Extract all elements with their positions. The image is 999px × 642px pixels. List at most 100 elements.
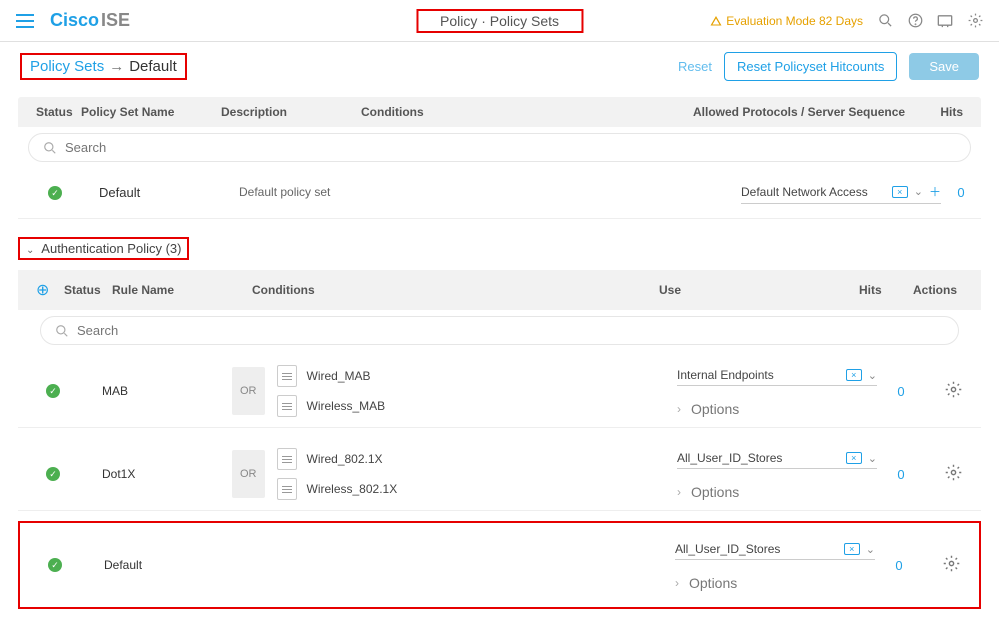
condition-icon — [277, 448, 297, 470]
col-policy-name: Policy Set Name — [81, 105, 221, 119]
options-toggle[interactable]: › Options — [677, 396, 877, 417]
allowed-protocols-value: Default Network Access — [741, 185, 892, 199]
search-input[interactable] — [65, 140, 956, 155]
auth-rule-search[interactable] — [40, 316, 959, 345]
condition-icon — [277, 365, 297, 387]
breadcrumb-current: Default — [129, 58, 177, 75]
condition-item[interactable]: Wireless_MAB — [277, 395, 386, 417]
breadcrumb-parent[interactable]: Policy Sets — [30, 58, 104, 75]
rule-conditions: OR Wired_MAB Wireless_MAB — [232, 365, 677, 417]
identity-source-select[interactable]: Internal Endpoints × ⌄ — [677, 365, 877, 386]
condition-label: Wireless_802.1X — [307, 482, 398, 496]
rule-name: MAB — [102, 384, 232, 398]
allowed-protocols-select[interactable]: Default Network Access × ⌄ ＋ — [741, 180, 941, 204]
policy-set-description: Default policy set — [239, 185, 379, 199]
evaluation-text: Evaluation Mode 82 Days — [726, 14, 863, 28]
rule-use: All_User_ID_Stores × ⌄ › Options — [675, 539, 875, 591]
add-icon[interactable]: ＋ — [929, 183, 941, 200]
clear-icon[interactable]: × — [892, 186, 908, 198]
condition-label: Wireless_MAB — [307, 399, 386, 413]
evaluation-badge: Evaluation Mode 82 Days — [710, 14, 863, 28]
status-enabled-icon — [46, 384, 60, 398]
condition-icon — [277, 395, 297, 417]
authentication-policy-section[interactable]: ⌄ Authentication Policy (3) — [18, 237, 189, 260]
condition-item[interactable]: Wired_MAB — [277, 365, 386, 387]
options-label: Options — [689, 575, 737, 591]
policy-set-name: Default — [99, 185, 239, 200]
rule-actions[interactable] — [925, 381, 981, 401]
chevron-right-icon: › — [677, 485, 681, 499]
identity-source-select[interactable]: All_User_ID_Stores × ⌄ — [677, 448, 877, 469]
chevron-down-icon[interactable]: ⌄ — [914, 185, 923, 198]
rule-actions[interactable] — [925, 464, 981, 484]
rule-use: All_User_ID_Stores × ⌄ › Options — [677, 448, 877, 500]
auth-rule-row: Default All_User_ID_Stores × ⌄ › Options… — [20, 529, 979, 601]
policy-set-columns: Status Policy Set Name Description Condi… — [18, 97, 981, 127]
col-hits: Hits — [923, 105, 963, 119]
header-actions: Evaluation Mode 82 Days — [710, 13, 983, 29]
col-hits: Hits — [859, 283, 907, 297]
search-icon[interactable] — [877, 13, 893, 29]
options-toggle[interactable]: › Options — [677, 479, 877, 500]
col-conditions: Conditions — [361, 105, 693, 119]
auth-rule-default-highlight: Default All_User_ID_Stores × ⌄ › Options… — [18, 521, 981, 609]
app-header: CiscoISE Policy · Policy Sets Evaluation… — [0, 0, 999, 42]
col-use: Use — [659, 283, 859, 297]
chevron-right-icon: › — [677, 402, 681, 416]
reset-hitcounts-button[interactable]: Reset Policyset Hitcounts — [724, 52, 897, 81]
col-status: Status — [36, 105, 81, 119]
col-conditions: Conditions — [252, 283, 659, 297]
subheader: Policy Sets → Default Reset Reset Policy… — [0, 42, 999, 91]
subheader-actions: Reset Reset Policyset Hitcounts Save — [678, 52, 979, 81]
rule-hits: 0 — [875, 558, 923, 573]
chevron-right-icon: › — [675, 576, 679, 590]
brand-text: Cisco — [50, 10, 99, 30]
search-input[interactable] — [77, 323, 944, 338]
reset-link[interactable]: Reset — [678, 59, 712, 74]
brand-logo: CiscoISE — [50, 10, 130, 31]
section-title: Authentication Policy (3) — [41, 241, 181, 256]
col-actions: Actions — [907, 283, 963, 297]
clear-icon[interactable]: × — [844, 543, 860, 555]
condition-item[interactable]: Wireless_802.1X — [277, 478, 398, 500]
gear-icon — [945, 381, 962, 398]
or-operator: OR — [232, 450, 265, 498]
gear-icon — [945, 464, 962, 481]
identity-source-select[interactable]: All_User_ID_Stores × ⌄ — [675, 539, 875, 560]
gear-icon[interactable] — [967, 13, 983, 29]
help-icon[interactable] — [907, 13, 923, 29]
options-toggle[interactable]: › Options — [675, 570, 875, 591]
warning-icon — [710, 15, 722, 27]
add-rule-button[interactable]: ⊕ — [36, 280, 64, 300]
search-icon — [43, 141, 57, 155]
policy-set-row: Default Default policy set Default Netwo… — [18, 176, 981, 219]
menu-icon[interactable] — [16, 14, 34, 28]
condition-label: Wired_MAB — [307, 369, 371, 383]
tools-icon[interactable] — [937, 13, 953, 29]
rule-name: Default — [104, 558, 234, 572]
col-rule-name: Rule Name — [112, 283, 252, 297]
chevron-down-icon[interactable]: ⌄ — [868, 452, 877, 465]
clear-icon[interactable]: × — [846, 369, 862, 381]
status-enabled-icon — [46, 467, 60, 481]
col-description: Description — [221, 105, 361, 119]
page-title: Policy · Policy Sets — [416, 9, 583, 33]
chevron-down-icon[interactable]: ⌄ — [866, 543, 875, 556]
policy-set-search[interactable] — [28, 133, 971, 162]
auth-columns: ⊕ Status Rule Name Conditions Use Hits A… — [18, 270, 981, 310]
identity-source-value: All_User_ID_Stores — [677, 451, 846, 465]
clear-icon[interactable]: × — [846, 452, 862, 464]
product-text: ISE — [101, 10, 130, 30]
condition-item[interactable]: Wired_802.1X — [277, 448, 398, 470]
rule-actions[interactable] — [923, 555, 979, 575]
page-title-text: Policy · Policy Sets — [440, 13, 559, 29]
auth-rule-row: Dot1X OR Wired_802.1X Wireless_802.1X Al… — [18, 438, 981, 511]
policy-set-hits: 0 — [941, 185, 981, 200]
chevron-down-icon[interactable]: ⌄ — [868, 369, 877, 382]
status-enabled-icon — [48, 186, 62, 200]
condition-label: Wired_802.1X — [307, 452, 383, 466]
or-operator: OR — [232, 367, 265, 415]
rule-use: Internal Endpoints × ⌄ › Options — [677, 365, 877, 417]
save-button[interactable]: Save — [909, 53, 979, 80]
rule-hits: 0 — [877, 384, 925, 399]
